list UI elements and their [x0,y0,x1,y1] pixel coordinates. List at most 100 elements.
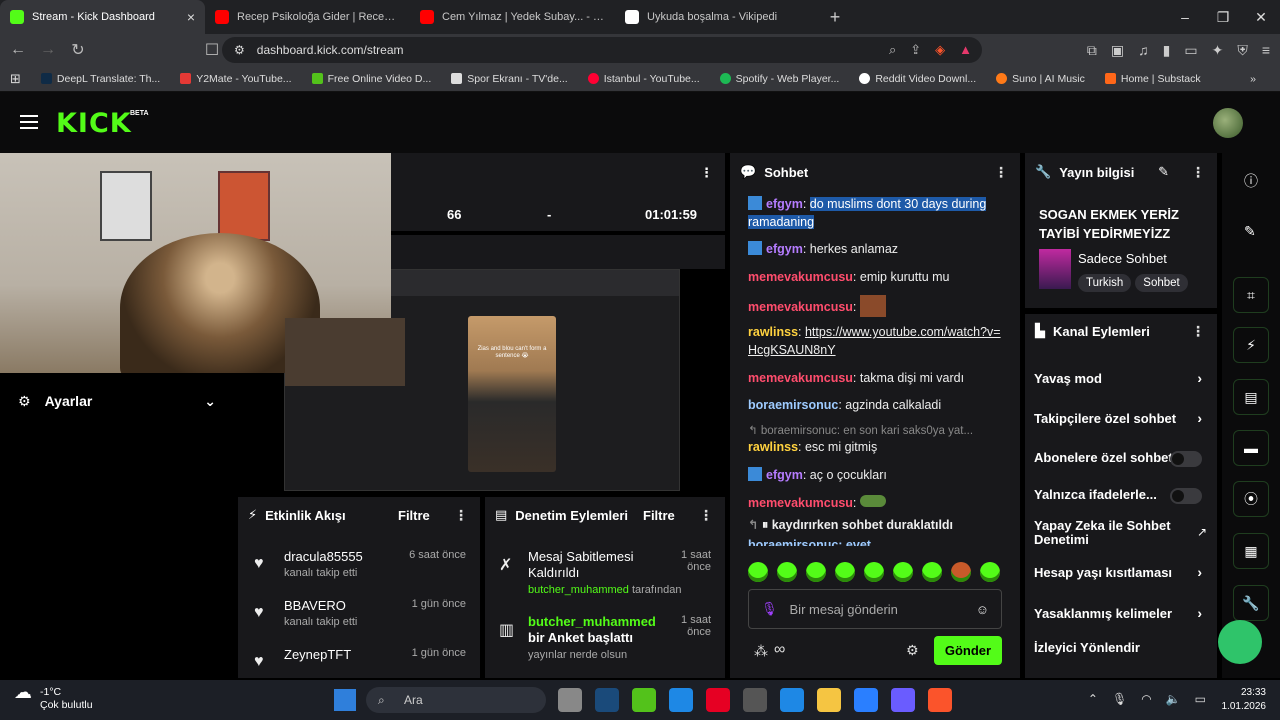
emote-icon[interactable] [864,562,884,582]
reload-icon[interactable]: ↻ [66,40,90,60]
emote-icon[interactable] [893,562,913,582]
hamburger-menu-icon[interactable] [20,115,38,133]
microphone-icon[interactable]: 🎙 [1112,692,1127,706]
emotes-only-toggle[interactable] [1170,488,1202,504]
apps-icon[interactable]: ⊞ [0,71,31,87]
chat-username[interactable]: boraemirsonuc [748,398,838,412]
wifi-icon[interactable]: ◠ [1141,692,1151,706]
forward-icon[interactable]: → [36,41,60,59]
poll-author[interactable]: butcher_muhammed [528,614,656,629]
emote-icon[interactable] [980,562,1000,582]
chat-button[interactable]: ▬ [1233,430,1269,466]
pinterest-icon[interactable] [706,688,730,712]
bookmark-spotify[interactable]: Spotify - Web Player... [710,73,850,85]
banned-words-row[interactable]: Yasaklanmış kelimeler › [1034,605,1210,621]
chat-message[interactable]: efgym: aç o çocukları [748,466,1006,484]
chat-username[interactable]: memevakumcusu [748,496,853,510]
bookmark-spor[interactable]: Spor Ekranı - TV'de... [441,73,577,85]
tag-sohbet[interactable]: Sohbet [1135,274,1188,292]
chat-username[interactable]: efgym [766,197,803,211]
category-name[interactable]: Sadece Sohbet [1078,251,1167,266]
more-options-icon[interactable]: ⋮ [1191,164,1205,181]
chat-username[interactable]: efgym [766,242,803,256]
emote-icon[interactable] [806,562,826,582]
tab-kick-dashboard[interactable]: Stream - Kick Dashboard × [0,0,205,34]
battery-icon[interactable]: ▭ [1195,692,1206,706]
task-view-icon[interactable] [558,688,582,712]
store-icon[interactable] [854,688,878,712]
tab-cem[interactable]: Cem Yılmaz | Yedek Subay... - You [410,0,615,34]
weather-widget[interactable]: ☁ -1°C Çok bulutlu [14,683,93,712]
back-icon[interactable]: ← [6,41,30,59]
ai-moderation-row[interactable]: Yapay Zeka ile Sohbet Denetimi [1034,519,1184,547]
chat-paused-notice[interactable]: ↰ ⏸ kaydırırken sohbet duraklatıldı [748,516,1006,534]
emoji-icon[interactable]: ☺ [976,602,989,617]
follower-name[interactable]: ZeynepTFT [284,647,351,662]
account-age-row[interactable]: Hesap yaşı kısıtlaması › [1034,564,1210,580]
chat-message[interactable]: rawlinss: https://www.youtube.com/watch?… [748,323,1006,359]
brave-icon[interactable] [928,688,952,712]
chat-username[interactable]: rawlinss [748,325,798,339]
brave-rewards-icon[interactable]: ▲ [959,42,972,58]
chat-message[interactable]: efgym: do muslims dont 30 days during ra… [748,195,1006,231]
screenshot-icon[interactable]: ▣ [1111,34,1124,66]
wallet-icon[interactable]: ▭ [1184,34,1197,66]
extensions-icon[interactable]: ⧉ [1087,34,1097,66]
bookmark-suno[interactable]: Suno | AI Music [986,73,1095,85]
edit-icon[interactable]: ✎ [1244,223,1256,240]
app-icon[interactable] [891,688,915,712]
kick-logo[interactable]: KICK [56,108,132,139]
leo-ai-icon[interactable]: ✦ [1212,34,1224,66]
more-bookmarks-icon[interactable]: » [1240,73,1266,85]
new-tab-button[interactable]: + [820,7,850,28]
outlook-icon[interactable] [669,688,693,712]
start-icon[interactable] [334,689,356,711]
more-options-icon[interactable]: ⋮ [1191,323,1205,340]
chat-username[interactable]: memevakumcusu [748,270,853,284]
chat-input[interactable]: 🎙 Bir mesaj gönderin ☺ [748,589,1002,629]
chat-message[interactable]: memevakumcusu: emip kuruttu mu [748,268,1006,286]
tab-recep[interactable]: Recep Psikoloğa Gider | Recep İvedik [205,0,410,34]
notes-button[interactable]: ▤ [1233,379,1269,415]
steam-icon[interactable] [595,688,619,712]
chat-message[interactable]: memevakumcusu: [748,295,1006,317]
vpn-icon[interactable]: ⛨ [1237,34,1248,66]
bookmark-video-downloader[interactable]: Free Online Video D... [302,73,442,85]
brave-shield-icon[interactable]: ◈ [935,42,945,58]
clock[interactable]: 23:33 1.01.2026 [1222,686,1267,714]
moderator-name[interactable]: butcher_muhammed [528,584,629,596]
chat-settings-icon[interactable]: ⚙ [906,642,919,659]
site-info-icon[interactable]: ⚙ [234,43,245,57]
bookmark-y2mate[interactable]: Y2Mate - YouTube... [170,73,301,85]
chat-message[interactable]: memevakumcusu: takma dişi mi vardı [748,369,1006,387]
chat-message[interactable]: efgym: herkes anlamaz [748,240,1006,258]
volume-icon[interactable]: 🔈 [1166,692,1181,706]
send-button[interactable]: Gönder [934,636,1002,665]
activity-filter-button[interactable]: Filtre [398,508,430,523]
bookmark-deepl[interactable]: DeepL Translate: Th... [31,73,170,85]
close-window-icon[interactable]: ✕ [1242,0,1280,34]
chat-username[interactable]: efgym [766,468,803,482]
follower-name[interactable]: dracula85555 [284,549,363,564]
file-explorer-icon[interactable] [817,688,841,712]
chat-message[interactable]: rawlinss: esc mi gitmiş [748,438,1006,456]
tab-wiki[interactable]: Uykuda boşalma - Vikipedi [615,0,820,34]
infinity-icon[interactable]: ∞ [774,641,785,659]
edit-pencil-icon[interactable]: ✎ [1158,164,1169,180]
chatgpt-icon[interactable] [743,688,767,712]
chat-username[interactable]: memevakumcusu [748,300,853,314]
followers-only-row[interactable]: Takipçilere özel sohbet › [1034,410,1210,426]
emote-icon[interactable] [835,562,855,582]
zoom-icon[interactable]: ⌕ [889,42,896,58]
emote-icon[interactable] [951,562,971,582]
music-icon[interactable]: ♫ [1138,34,1149,66]
microphone-icon[interactable]: 🎙 [761,601,778,617]
info-icon[interactable]: ⓘ [1244,171,1258,191]
emote-icon[interactable] [922,562,942,582]
slow-mode-row[interactable]: Yavaş mod › [1034,370,1210,386]
minimize-icon[interactable]: – [1166,0,1204,34]
external-link-icon[interactable]: ↗ [1197,525,1207,539]
app-icon[interactable] [632,688,656,712]
sidebar-icon[interactable]: ▮ [1163,34,1171,66]
bookmark-substack[interactable]: Home | Substack [1095,73,1211,85]
